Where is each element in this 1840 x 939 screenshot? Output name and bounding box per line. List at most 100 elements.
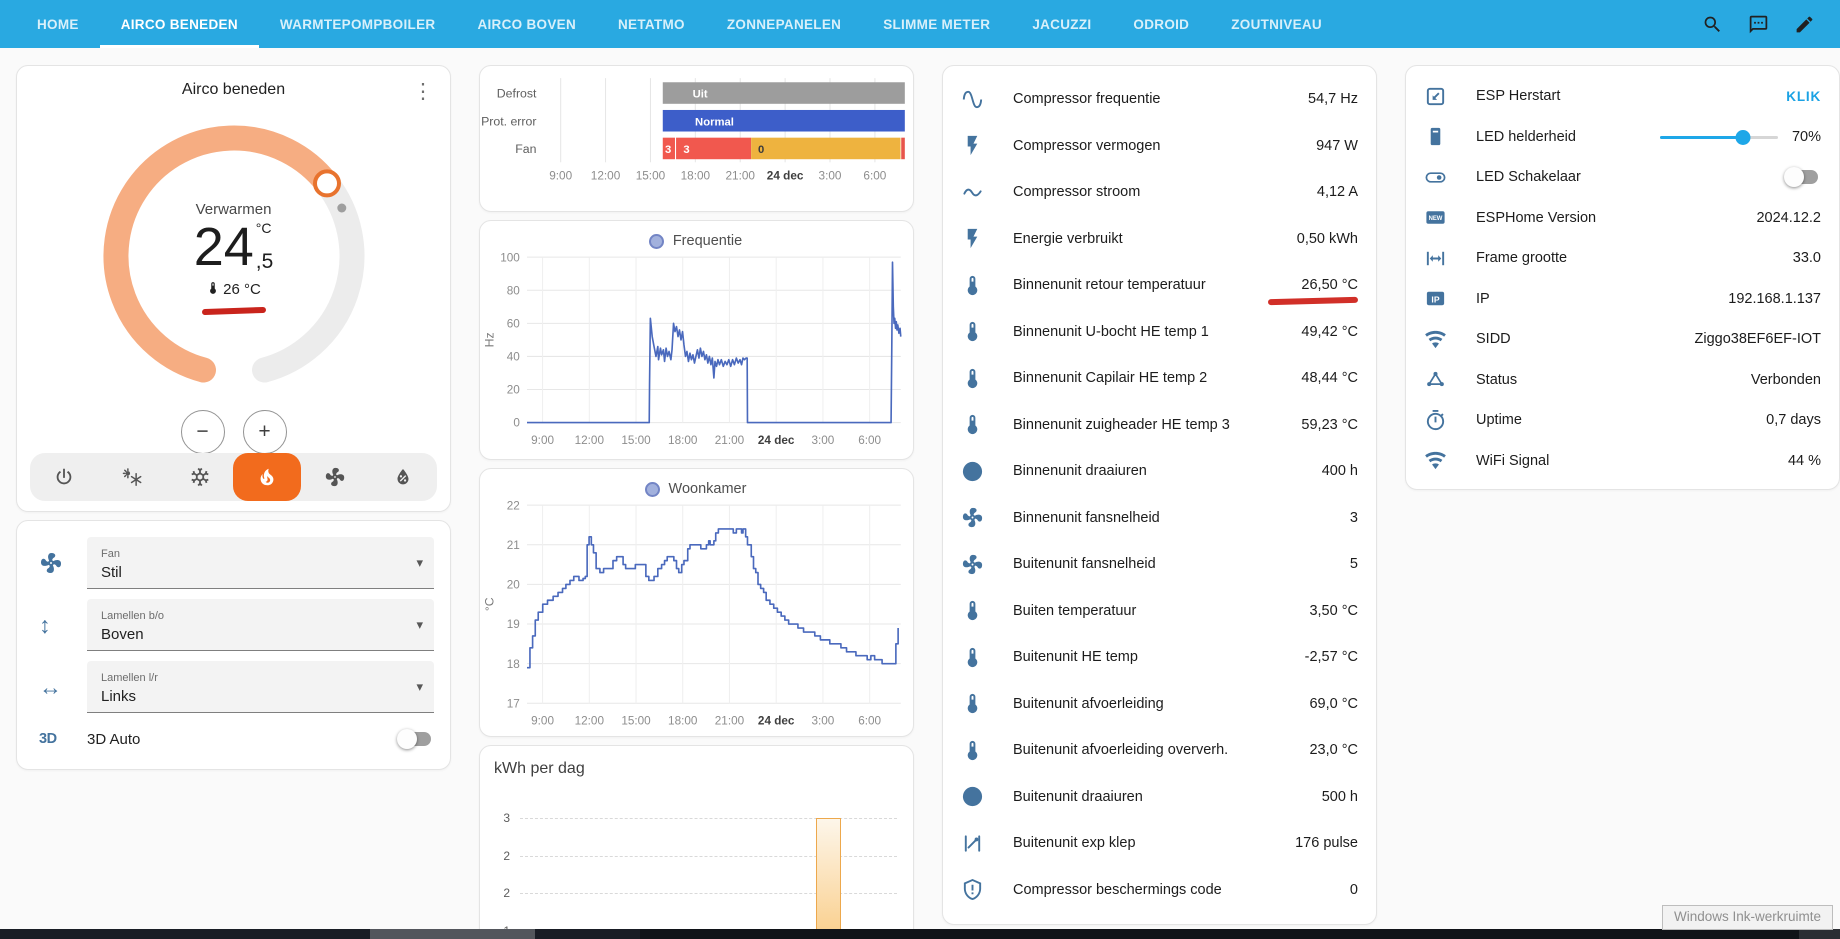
nav-tab-airco-beneden[interactable]: AIRCO BENEDEN [100,0,259,48]
toggle-outline-icon [1425,172,1446,183]
sensor-value: 176 pulse [1295,835,1358,852]
select-lamellen-l-r[interactable]: Lamellen l/r Links ▾ [87,661,434,713]
sensor-row-binnenunit-draaiuren[interactable]: Binnenunit draaiuren 400 h [961,448,1358,495]
nav-tabs: HOME AIRCO BENEDEN WARMTEPOMPBOILER AIRCO B… [16,0,1692,48]
slider-thumb[interactable] [1735,129,1751,145]
esp-name: SIDD [1476,331,1511,348]
brightness-icon [1430,128,1441,146]
esp-row-frame-grootte[interactable]: Frame grootte 33.0 [1424,238,1821,279]
mode-off-button[interactable] [30,453,98,501]
sensor-name: Binnenunit zuigheader HE temp 3 [1013,416,1230,433]
column-sensors: Compressor frequentie 54,7 Hz Compressor v… [942,65,1377,925]
nav-tab-odroid[interactable]: ODROID [1112,0,1210,48]
select-lamellen-b-o[interactable]: Lamellen b/o Boven ▾ [87,599,434,651]
nav-tab-slimme-meter[interactable]: SLIMME METER [862,0,1011,48]
nav-tab-jacuzzi[interactable]: JACUZZI [1011,0,1112,48]
nav-tab-home[interactable]: HOME [16,0,100,48]
select-fan[interactable]: Fan Stil ▾ [87,537,434,589]
edit-button[interactable] [1784,4,1824,44]
target-temp-integer: 24 [193,216,254,277]
mode-auto-button[interactable] [98,453,166,501]
mode-fan-only-button[interactable] [301,453,369,501]
target-temp-decimal: ,5 [255,249,274,273]
esp-name: ESP Herstart [1476,88,1561,105]
svg-text:3:00: 3:00 [811,434,834,447]
legend-dot-icon [648,233,664,249]
esp-row-led-schakelaar[interactable]: LED Schakelaar [1424,157,1821,198]
card-menu-button[interactable]: ⋮ [406,74,440,108]
mode-dry-button[interactable] [369,453,437,501]
esp-row-status[interactable]: Status Verbonden [1424,360,1821,401]
svg-text:3:00: 3:00 [811,715,834,728]
svg-text:80: 80 [507,284,521,297]
clock-icon [962,787,983,807]
sensor-row-buitenunit-afvoerleiding-oververh[interactable]: Buitenunit afvoerleiding oververh. 23,0 °… [961,727,1358,774]
sensor-row-binnenunit-capilair-he-temp-2[interactable]: Binnenunit Capilair HE temp 2 48,44 °C [961,355,1358,402]
sensor-row-buitenunit-draaiuren[interactable]: Buitenunit draaiuren 500 h [961,774,1358,821]
temp-decrease-button[interactable]: − [180,410,225,454]
minus-icon: − [196,420,209,443]
network-icon [1427,372,1444,387]
esp-row-esphome-version[interactable]: NEW ESPHome Version 2024.12.2 [1424,198,1821,239]
esp-row-wifi-signal[interactable]: WiFi Signal 44 % [1424,441,1821,482]
nav-tab-netatmo[interactable]: NETATMO [597,0,706,48]
nav-tab-zoutniveau[interactable]: ZOUTNIVEAU [1210,0,1343,48]
sensor-row-buitenunit-fansnelheid[interactable]: Buitenunit fansnelheid 5 [961,541,1358,588]
svg-text:6:00: 6:00 [863,170,886,183]
temp-increase-button[interactable]: + [242,410,287,454]
brightness-slider[interactable] [1659,129,1778,145]
sensor-row-buitenunit-afvoerleiding[interactable]: Buitenunit afvoerleiding 69,0 °C [961,681,1358,728]
sine-wave-icon [962,90,983,108]
sensor-row-binnenunit-retour-temperatuur[interactable]: Binnenunit retour temperatuur 26,50 °C [961,262,1359,309]
sensor-row-energie-verbruikt[interactable]: Energie verbruikt 0,50 kWh [961,216,1358,263]
nav-tab-zonnepanelen[interactable]: ZONNEPANELEN [706,0,862,48]
shield-alert-icon [963,879,982,901]
3d-auto-toggle[interactable] [397,729,434,749]
svg-text:18: 18 [507,658,521,671]
dial-center: Verwarmen 24 °C ,5 26 °C [84,106,384,406]
toggle-label: 3D Auto [87,730,141,748]
nav-tab-airco-boven[interactable]: AIRCO BOVEN [456,0,597,48]
sensor-value: 400 h [1321,463,1358,480]
scrollbar-thumb[interactable] [370,929,535,939]
nav-tab-warmtepompboiler[interactable]: WARMTEPOMPBOILER [259,0,457,48]
esp-row-led-helderheid[interactable]: LED helderheid 70% [1424,117,1821,158]
timeline-chart: 9:00 12:00 15:00 18:00 21:00 24 dec 3:00 6:00 De… [480,72,911,211]
esp-name: Uptime [1476,412,1522,429]
current-temp-value: 26 °C [223,281,261,298]
esp-row-sidd[interactable]: SIDD Ziggo38EF6EF-IOT [1424,319,1821,360]
target-temp-unit: °C [255,219,272,236]
svg-text:24 dec: 24 dec [758,715,795,728]
fire-icon [260,468,274,486]
esp-row-esp-herstart[interactable]: ESP Herstart KLIK [1424,76,1821,117]
svg-text:9:00: 9:00 [531,715,554,728]
sensor-row-buitenunit-he-temp[interactable]: Buitenunit HE temp -2,57 °C [961,634,1358,681]
kwh-ytick: 2 [503,886,510,900]
svg-text:12:00: 12:00 [591,170,621,183]
sensor-row-compressor-stroom[interactable]: Compressor stroom 4,12 A [961,169,1358,216]
chat-button[interactable] [1738,4,1778,44]
esp-row-uptime[interactable]: Uptime 0,7 days [1424,400,1821,441]
mode-cool-button[interactable] [166,453,234,501]
esp-row-ip[interactable]: IP IP 192.168.1.137 [1424,279,1821,320]
sensor-row-compressor-beschermings-code[interactable]: Compressor beschermings code 0 [961,867,1358,914]
sensor-row-binnenunit-zuigheader-he-temp-3[interactable]: Binnenunit zuigheader HE temp 3 59,23 °C [961,402,1358,449]
sensor-row-compressor-frequentie[interactable]: Compressor frequentie 54,7 Hz [961,76,1358,123]
esp-name: Status [1476,371,1518,388]
expand-horizontal-icon [1426,251,1445,265]
temp-stepper: − + [180,410,287,454]
led-toggle[interactable] [1784,167,1821,188]
sensor-value: -2,57 °C [1304,649,1358,666]
sensor-row-buiten-temperatuur[interactable]: Buiten temperatuur 3,50 °C [961,588,1358,635]
sensor-row-buitenunit-exp-klep[interactable]: Buitenunit exp klep 176 pulse [961,820,1358,867]
sensor-row-binnenunit-u-bocht-he-temp-1[interactable]: Binnenunit U-bocht HE temp 1 49,42 °C [961,309,1358,356]
search-button[interactable] [1692,4,1732,44]
mode-heat-button[interactable] [233,453,302,501]
sensor-row-binnenunit-fansnelheid[interactable]: Binnenunit fansnelheid 3 [961,495,1358,542]
svg-text:NEW: NEW [1429,216,1443,222]
esp-restart-klik-button[interactable]: KLIK [1786,89,1821,104]
legend-label: Frequentie [672,233,743,249]
wifi-icon [1425,452,1446,470]
esp-device-card: ESP Herstart KLIK LED helderheid 70% LED Sch… [1405,65,1840,490]
sensor-row-compressor-vermogen[interactable]: Compressor vermogen 947 W [961,123,1358,170]
